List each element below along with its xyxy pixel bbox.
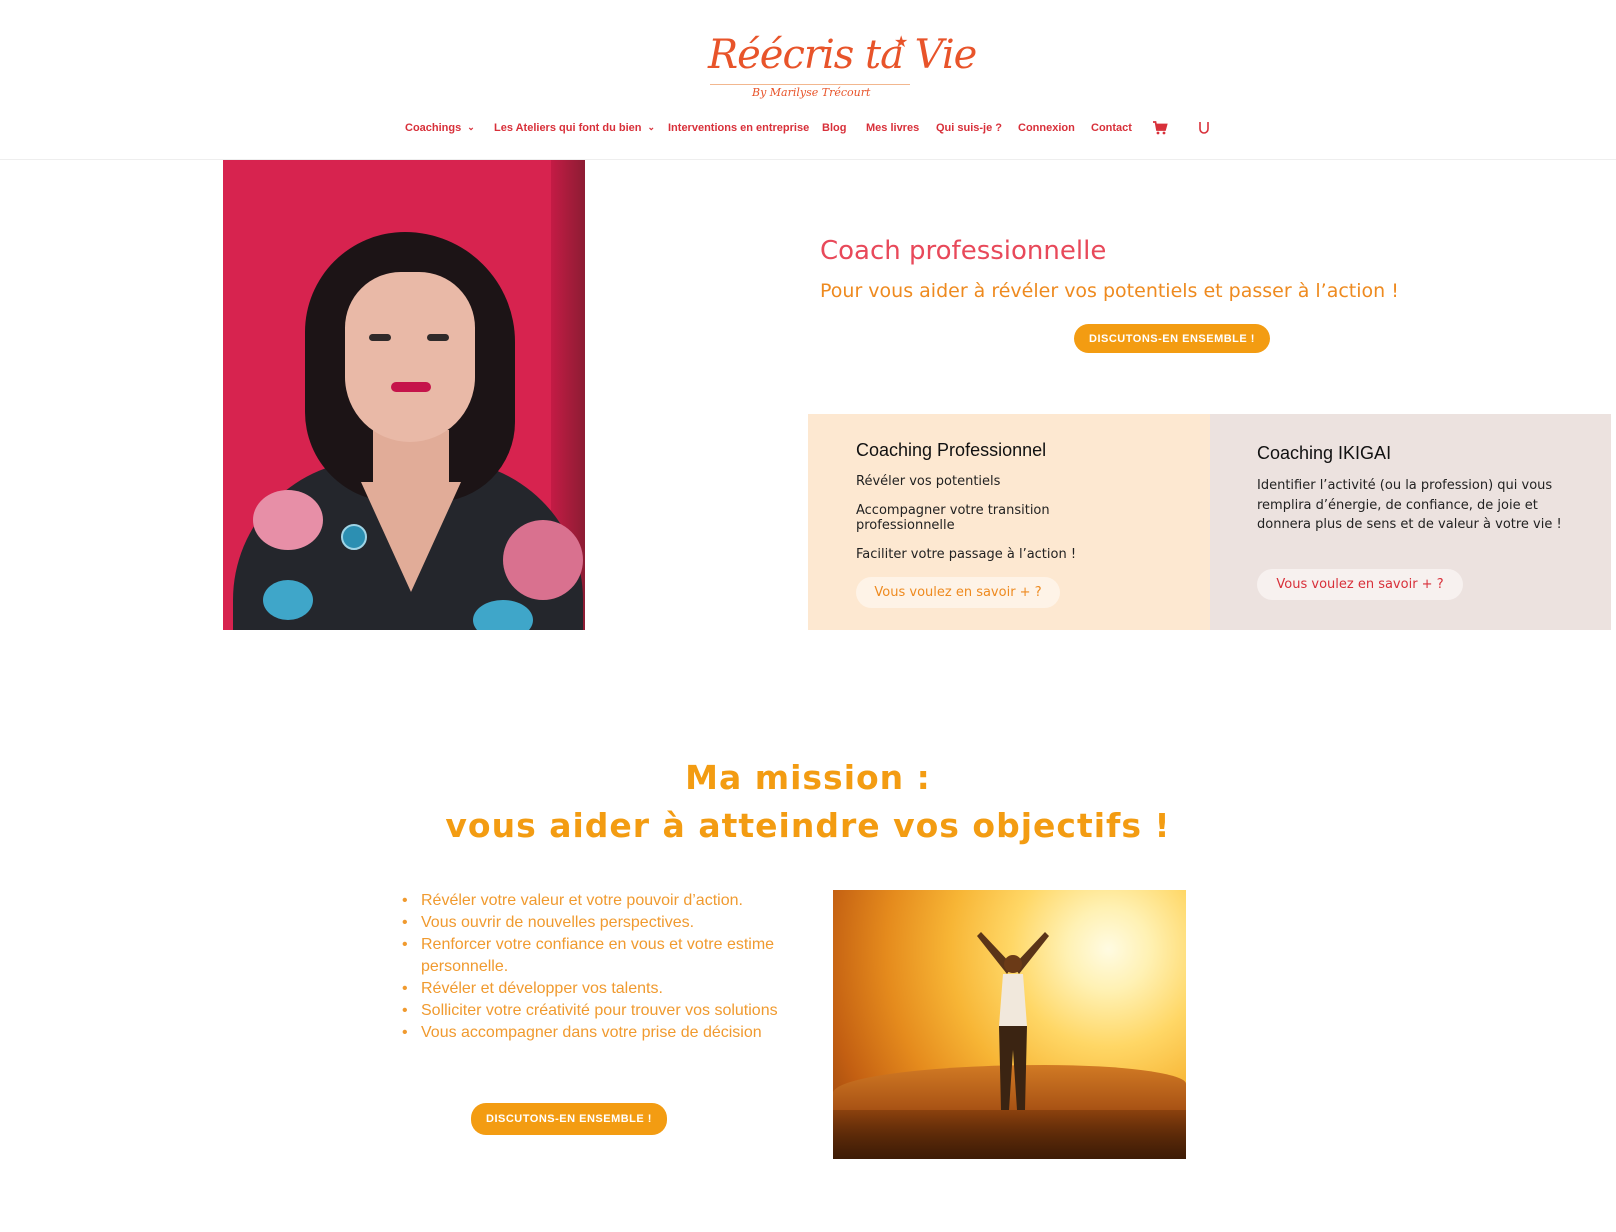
search-icon[interactable]: [1197, 119, 1211, 139]
lips-shape: [391, 382, 431, 392]
list-item: Vous accompagner dans votre prise de déc…: [402, 1022, 802, 1044]
card-title: Coaching Professionnel: [856, 440, 1047, 460]
learn-more-button[interactable]: Vous voulez en savoir + ?: [1257, 569, 1463, 600]
list-item: Renforcer votre confiance en vous et vot…: [402, 934, 802, 978]
list-item: Solliciter votre créativité pour trouver…: [402, 1000, 802, 1022]
logo-subtext: By Marilyse Trécourt: [752, 86, 871, 99]
card-coaching-professionnel: Coaching Professionnel Révéler vos poten…: [808, 414, 1210, 630]
list-item: Vous ouvrir de nouvelles perspectives.: [402, 912, 802, 934]
coach-portrait-image: [223, 160, 585, 630]
woman-silhouette: [977, 932, 1049, 1110]
list-item: Révéler votre valeur et votre pouvoir d’…: [402, 890, 802, 912]
card-coaching-ikigai: Coaching IKIGAI Identifier l’activité (o…: [1210, 414, 1611, 630]
card-text: Identifier l’activité (ou la profession)…: [1257, 478, 1562, 532]
main-nav: Coachings ⌄ Les Ateliers qui font du bien…: [0, 119, 1616, 144]
list-item: Révéler et développer vos talents.: [402, 978, 802, 1000]
chevron-down-icon: ⌄: [647, 122, 656, 132]
nav-item-qui-suis-je[interactable]: Qui suis-je ?: [936, 122, 1002, 134]
neckline-shape: [361, 482, 461, 592]
mission-heading: Ma mission :: [685, 758, 931, 797]
hero-subtitle: Pour vous aider à révéler vos potentiels…: [820, 280, 1399, 302]
jacket-flower: [263, 580, 313, 620]
logo-underline: [710, 84, 910, 85]
nav-item-livres[interactable]: Mes livres: [866, 122, 919, 134]
jacket-flower: [253, 490, 323, 550]
card-line: Révéler vos potentiels: [856, 474, 1001, 489]
nav-item-contact[interactable]: Contact: [1091, 122, 1132, 134]
card-line: Accompagner votre transition professionn…: [856, 503, 1050, 533]
discuss-button[interactable]: DISCUTONS-EN ENSEMBLE !: [1074, 324, 1270, 353]
pendant-shape: [341, 524, 367, 550]
cart-icon[interactable]: [1152, 120, 1168, 136]
card-line: Faciliter votre passage à l’action !: [856, 547, 1077, 562]
card-title: Coaching IKIGAI: [1257, 443, 1392, 463]
mission-list: Révéler votre valeur et votre pouvoir d’…: [402, 890, 802, 1044]
eye-shape: [427, 334, 449, 341]
chevron-down-icon: ⌄: [467, 122, 475, 132]
learn-more-button[interactable]: Vous voulez en savoir + ?: [856, 577, 1060, 608]
discuss-button-mission[interactable]: DISCUTONS-EN ENSEMBLE !: [471, 1103, 667, 1135]
nav-item-interventions[interactable]: Interventions en entreprise: [668, 122, 809, 134]
nav-item-connexion[interactable]: Connexion: [1018, 122, 1075, 134]
eye-shape: [369, 334, 391, 341]
grass-shape: [833, 1110, 1186, 1159]
jacket-flower: [503, 520, 583, 600]
face-shape: [345, 272, 475, 442]
nav-item-blog[interactable]: Blog: [822, 122, 846, 134]
nav-label: Les Ateliers qui font du bien: [494, 122, 642, 134]
nav-item-ateliers[interactable]: Les Ateliers qui font du bien ⌄: [494, 122, 655, 134]
hero-title: Coach professionnelle: [820, 236, 1107, 266]
site-header: Réécris ta Vie ★ By Marilyse Trécourt Co…: [0, 0, 1616, 160]
mission-subheading: vous aider à atteindre vos objectifs !: [445, 806, 1171, 845]
nav-item-coachings[interactable]: Coachings ⌄: [405, 122, 475, 134]
sunset-woman-image: [833, 890, 1186, 1159]
logo-star-icon: ★: [894, 32, 909, 51]
logo-text: Réécris ta Vie: [708, 32, 977, 78]
site-logo[interactable]: Réécris ta Vie ★ By Marilyse Trécourt: [700, 28, 977, 104]
nav-label: Coachings: [405, 122, 462, 134]
